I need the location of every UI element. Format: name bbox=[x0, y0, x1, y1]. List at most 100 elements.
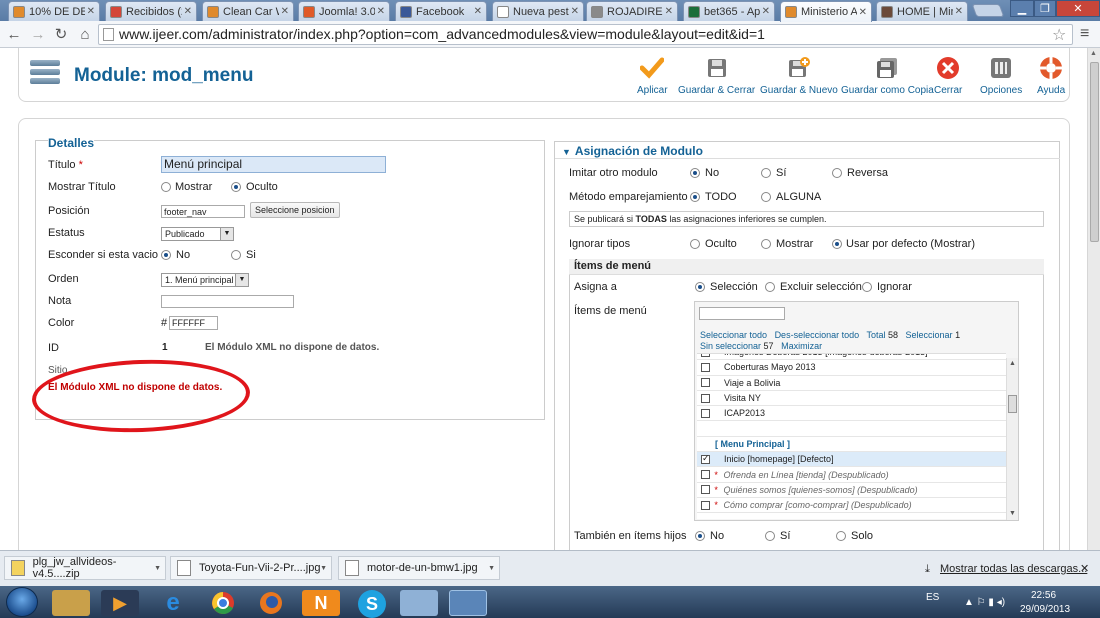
minimize-icon[interactable]: ▁ bbox=[1010, 0, 1034, 17]
ignore-radio-show[interactable] bbox=[761, 239, 771, 249]
menu-item-checkbox[interactable] bbox=[701, 393, 710, 403]
menu-list-item[interactable]: ICAP2013 bbox=[697, 406, 1006, 422]
show-title-radio-hidden[interactable] bbox=[231, 182, 241, 192]
download-item-3[interactable]: motor-de-un-bmw1.jpg ▼ bbox=[338, 556, 500, 580]
match-radio-all[interactable] bbox=[690, 192, 700, 202]
show-all-downloads-link[interactable]: Mostrar todas las descargas... bbox=[940, 563, 1087, 575]
page-scrollbar[interactable]: ▲ bbox=[1087, 48, 1100, 550]
browser-tab[interactable]: Ministerio A ✕ bbox=[780, 1, 872, 22]
chevron-down-icon[interactable]: ▼ bbox=[154, 565, 161, 572]
title-input[interactable]: Menú principal bbox=[161, 156, 386, 173]
browser-tab[interactable]: HOME | Min ✕ bbox=[876, 1, 968, 21]
chevron-down-icon[interactable]: ▼ bbox=[488, 565, 495, 572]
close-button[interactable]: Cerrar bbox=[934, 56, 962, 96]
help-button[interactable]: Ayuda bbox=[1037, 56, 1065, 96]
hide-empty-radio-yes[interactable] bbox=[231, 250, 241, 260]
reload-icon[interactable]: ↻ bbox=[51, 25, 71, 43]
save-new-button[interactable]: Guardar & Nuevo bbox=[760, 56, 838, 96]
position-input[interactable]: footer_nav bbox=[161, 205, 245, 218]
selected-label[interactable]: Seleccionar bbox=[906, 330, 953, 340]
new-tab-button[interactable] bbox=[971, 4, 1005, 17]
menu-item-checkbox[interactable] bbox=[701, 378, 710, 388]
assign-radio-selection[interactable] bbox=[695, 282, 705, 292]
menu-list-item[interactable]: Imágenes Deboras 2013 [imagenes-deboras-… bbox=[697, 354, 1006, 361]
skype-icon[interactable]: S bbox=[358, 590, 386, 618]
menu-list-item[interactable]: * Ofrenda en Línea [tienda] (Despublicado… bbox=[697, 467, 1006, 483]
show-title-radio-show[interactable] bbox=[161, 182, 171, 192]
menu-item-checkbox[interactable] bbox=[701, 485, 710, 495]
browser-tab[interactable]: Nueva pestaña✕ bbox=[492, 1, 584, 21]
menu-list-item[interactable]: * Cómo comprar [como-comprar] (Despublica… bbox=[697, 498, 1006, 514]
clock-time[interactable]: 22:56 bbox=[1031, 590, 1056, 601]
window-close-icon[interactable]: ✕ bbox=[1056, 0, 1100, 17]
options-button[interactable]: Opciones bbox=[980, 56, 1022, 96]
mirror-radio-reverse[interactable] bbox=[832, 168, 842, 178]
menu-items-search-input[interactable] bbox=[699, 307, 785, 320]
nero-icon[interactable]: N bbox=[302, 590, 340, 616]
home-icon[interactable]: ⌂ bbox=[75, 25, 95, 43]
explorer-icon[interactable] bbox=[52, 590, 90, 616]
hide-empty-radio-no[interactable] bbox=[161, 250, 171, 260]
tab-close-icon[interactable]: ✕ bbox=[955, 6, 963, 17]
assign-radio-exclude[interactable] bbox=[765, 282, 775, 292]
back-arrow-icon[interactable]: ← bbox=[4, 25, 24, 43]
tab-close-icon[interactable]: ✕ bbox=[281, 6, 289, 17]
select-all-link[interactable]: Seleccionar todo bbox=[700, 330, 767, 340]
menu-list-scroll-thumb[interactable] bbox=[1008, 395, 1017, 413]
browser-tab[interactable]: ROJADIRECT✕ bbox=[586, 1, 678, 21]
bookmark-star-icon[interactable]: ☆ bbox=[1052, 25, 1066, 45]
tab-close-icon[interactable]: ✕ bbox=[859, 7, 867, 18]
browser-tab[interactable]: Joomla! 3.0 ✕ bbox=[298, 1, 390, 21]
ignore-radio-default[interactable] bbox=[832, 239, 842, 249]
chevron-down-icon[interactable]: ▼ bbox=[320, 565, 327, 572]
select-position-button[interactable]: Seleccione posicion bbox=[250, 202, 340, 218]
restore-icon[interactable]: ❐ bbox=[1034, 0, 1056, 17]
children-radio-no[interactable] bbox=[695, 531, 705, 541]
url-input[interactable]: www.ijeer.com/administrator/index.php?op… bbox=[98, 24, 1073, 45]
app-icon[interactable] bbox=[400, 590, 438, 616]
menu-list-item[interactable]: Visita NY bbox=[697, 391, 1006, 407]
deselect-all-link[interactable]: Des-seleccionar todo bbox=[775, 330, 860, 340]
download-item-1[interactable]: plg_jw_allvideos-v4.5....zip ▼ bbox=[4, 556, 166, 580]
internet-explorer-icon[interactable]: e bbox=[154, 589, 192, 616]
menu-item-checkbox[interactable] bbox=[701, 500, 710, 510]
media-player-icon[interactable]: ▶ bbox=[101, 590, 139, 616]
scroll-down-icon[interactable]: ▼ bbox=[1009, 510, 1016, 517]
browser-tab[interactable]: bet365 - Ap ✕ bbox=[683, 1, 775, 21]
start-button[interactable] bbox=[6, 587, 38, 617]
assignment-title[interactable]: ▼ Asignación de Modulo bbox=[562, 144, 703, 158]
unselected-label[interactable]: Sin seleccionar bbox=[700, 341, 761, 351]
browser-tab[interactable]: Facebook ✕ bbox=[395, 1, 487, 21]
download-bar-close-icon[interactable]: ✕ bbox=[1080, 562, 1089, 575]
assign-radio-ignore[interactable] bbox=[862, 282, 872, 292]
apply-button[interactable]: Aplicar bbox=[637, 56, 668, 96]
menu-list-scrollbar[interactable]: ▲ ▼ bbox=[1006, 358, 1018, 520]
mirror-radio-yes[interactable] bbox=[761, 168, 771, 178]
menu-item-checkbox[interactable] bbox=[701, 453, 710, 464]
tab-close-icon[interactable]: ✕ bbox=[474, 6, 482, 17]
menu-list-item[interactable]: Coberturas Mayo 2013 bbox=[697, 360, 1006, 376]
children-radio-only[interactable] bbox=[836, 531, 846, 541]
order-select[interactable]: 1. Menú principal ▼ bbox=[161, 273, 249, 287]
tab-close-icon[interactable]: ✕ bbox=[87, 6, 95, 17]
browser-tab[interactable]: Clean Car W✕ bbox=[202, 1, 294, 21]
tab-close-icon[interactable]: ✕ bbox=[571, 6, 579, 17]
firefox-icon[interactable] bbox=[252, 590, 290, 616]
menu-items-list[interactable]: Imágenes Deboras 2013 [imagenes-deboras-… bbox=[697, 353, 1006, 519]
maximize-link[interactable]: Maximizar bbox=[781, 341, 822, 351]
browser-tab[interactable]: 10% DE DES✕ bbox=[8, 1, 100, 21]
menu-list-item[interactable]: * Quiénes somos [quienes-somos] (Despubli… bbox=[697, 483, 1006, 498]
save-copy-button[interactable]: Guardar como Copia bbox=[841, 56, 934, 96]
match-radio-any[interactable] bbox=[761, 192, 771, 202]
menu-item-checkbox[interactable] bbox=[701, 408, 710, 418]
children-radio-yes[interactable] bbox=[765, 531, 775, 541]
scroll-up-icon[interactable]: ▲ bbox=[1090, 50, 1097, 57]
browser-menu-icon[interactable]: ≡ bbox=[1080, 25, 1089, 43]
status-select[interactable]: Publicado ▼ bbox=[161, 227, 234, 241]
color-swatch[interactable] bbox=[217, 316, 231, 330]
ignore-radio-hidden[interactable] bbox=[690, 239, 700, 249]
browser-tab[interactable]: Recibidos (2 ✕ bbox=[105, 1, 197, 21]
menu-item-checkbox[interactable] bbox=[701, 470, 710, 480]
chrome-icon[interactable] bbox=[204, 590, 242, 616]
forward-arrow-icon[interactable]: → bbox=[28, 25, 48, 43]
